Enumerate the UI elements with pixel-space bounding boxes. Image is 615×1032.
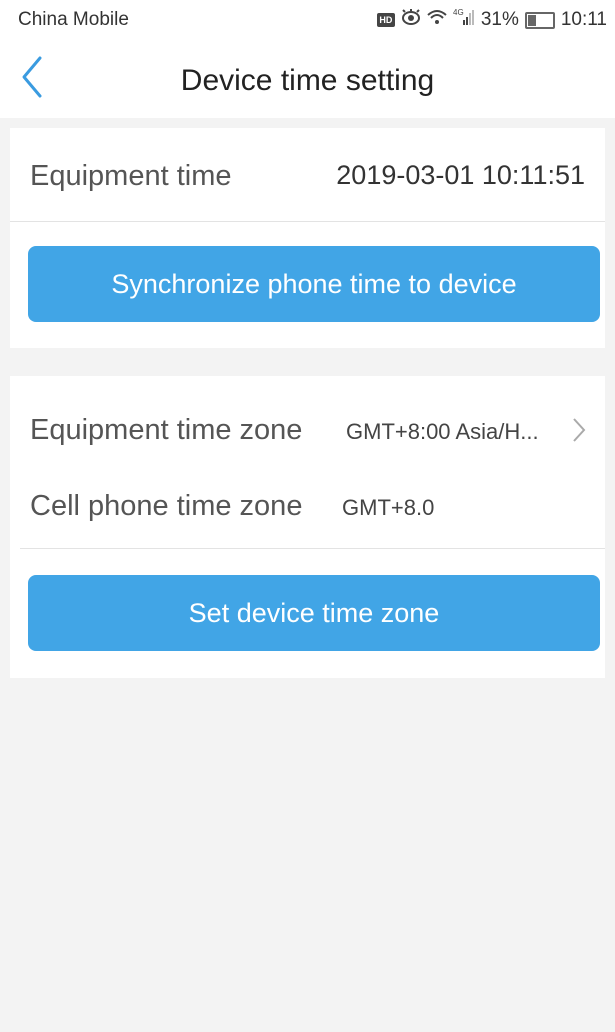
status-icons: HD 4G 31% 10:11 xyxy=(376,8,607,32)
hd-icon: HD xyxy=(376,13,395,27)
clock: 10:11 xyxy=(560,9,607,30)
phone-time-zone-value: GMT+8.0 xyxy=(342,495,435,520)
header-bar: Device time setting xyxy=(0,40,615,118)
signal-icon: 4G xyxy=(453,8,475,32)
divider xyxy=(10,221,605,222)
eye-icon xyxy=(401,9,421,31)
equipment-time-label: Equipment time xyxy=(30,160,232,192)
set-device-time-zone-button[interactable]: Set device time zone xyxy=(28,575,600,651)
status-bar: China Mobile HD 4G 31% 10:11 xyxy=(0,0,615,40)
equipment-time-section: Equipment time 2019-03-01 10:11:51 Synch… xyxy=(10,128,605,348)
wifi-icon xyxy=(427,9,447,31)
sync-phone-time-button[interactable]: Synchronize phone time to device xyxy=(28,246,600,322)
equipment-time-value: 2019-03-01 10:11:51 xyxy=(336,160,585,190)
phone-time-zone-label: Cell phone time zone xyxy=(30,490,303,522)
equipment-time-row: Equipment time 2019-03-01 10:11:51 xyxy=(30,160,585,193)
divider xyxy=(20,548,605,549)
chevron-right-icon xyxy=(573,418,586,442)
battery-percent: 31% xyxy=(480,9,519,30)
equipment-time-zone-value: GMT+8:00 Asia/H... xyxy=(346,419,539,444)
network-type-label: 4G xyxy=(453,8,464,17)
carrier-name: China Mobile xyxy=(18,9,129,30)
equipment-time-zone-label: Equipment time zone xyxy=(30,414,303,446)
page-title: Device time setting xyxy=(180,64,435,97)
battery-icon xyxy=(524,11,555,29)
time-zone-section: Equipment time zone GMT+8:00 Asia/H... C… xyxy=(10,376,605,678)
phone-time-zone-row: Cell phone time zone xyxy=(30,490,585,523)
